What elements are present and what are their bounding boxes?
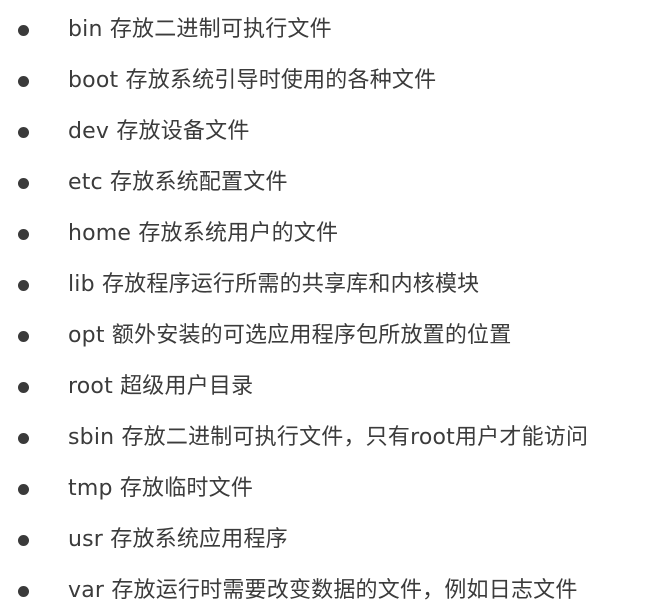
directory-description-page: bin 存放二进制可执行文件 boot 存放系统引导时使用的各种文件 dev 存… [0,0,659,614]
list-item-text: opt 额外安装的可选应用程序包所放置的位置 [68,322,512,348]
bullet-dot-icon [18,279,29,291]
list-item: root 超级用户目录 [0,361,659,412]
list-item: lib 存放程序运行所需的共享库和内核模块 [0,259,659,310]
list-item-text: tmp 存放临时文件 [68,475,254,501]
list-item-text: lib 存放程序运行所需的共享库和内核模块 [68,271,480,297]
list-item-text: sbin 存放二进制可执行文件，只有root用户才能访问 [68,424,589,450]
list-item: sbin 存放二进制可执行文件，只有root用户才能访问 [0,412,659,463]
list-item-text: bin 存放二进制可执行文件 [68,16,332,42]
bullet-dot-icon [18,24,29,36]
list-item-text: root 超级用户目录 [68,373,254,399]
bullet-dot-icon [18,381,29,393]
bullet-dot-icon [18,585,29,597]
directory-list: bin 存放二进制可执行文件 boot 存放系统引导时使用的各种文件 dev 存… [0,4,659,616]
list-item: var 存放运行时需要改变数据的文件，例如日志文件 [0,565,659,616]
list-item-text: usr 存放系统应用程序 [68,526,288,552]
list-item: usr 存放系统应用程序 [0,514,659,565]
bullet-dot-icon [18,330,29,342]
list-item: boot 存放系统引导时使用的各种文件 [0,55,659,106]
bullet-dot-icon [18,75,29,87]
bullet-dot-icon [18,534,29,546]
list-item-text: dev 存放设备文件 [68,118,250,144]
bullet-dot-icon [18,483,29,495]
list-item: tmp 存放临时文件 [0,463,659,514]
list-item: etc 存放系统配置文件 [0,157,659,208]
list-item: opt 额外安装的可选应用程序包所放置的位置 [0,310,659,361]
list-item-text: var 存放运行时需要改变数据的文件，例如日志文件 [68,577,578,603]
list-item-text: home 存放系统用户的文件 [68,220,339,246]
bullet-dot-icon [18,432,29,444]
bullet-dot-icon [18,228,29,240]
bullet-dot-icon [18,177,29,189]
list-item: dev 存放设备文件 [0,106,659,157]
list-item-text: etc 存放系统配置文件 [68,169,288,195]
bullet-dot-icon [18,126,29,138]
list-item-text: boot 存放系统引导时使用的各种文件 [68,67,437,93]
list-item: home 存放系统用户的文件 [0,208,659,259]
list-item: bin 存放二进制可执行文件 [0,4,659,55]
